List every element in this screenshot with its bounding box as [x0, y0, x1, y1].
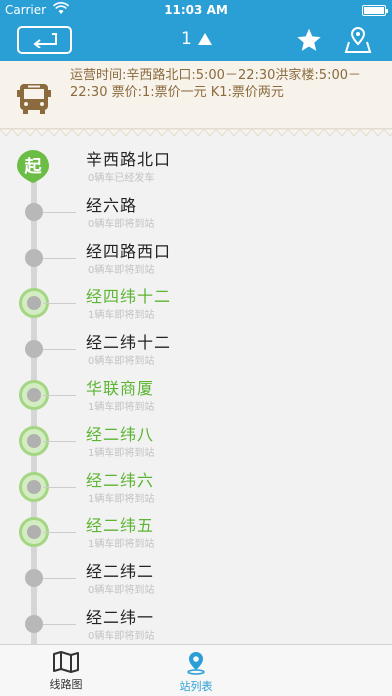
star-icon[interactable] [296, 27, 322, 53]
stop-connector [43, 303, 76, 305]
tab-stop-list-label: 站列表 [179, 680, 213, 693]
stop-name: 辛西路北口 [86, 150, 172, 169]
stop-bus-status: 1辆车即将到站 [88, 447, 155, 459]
stop-name: 经二纬六 [86, 470, 155, 490]
stop-name: 华联商厦 [86, 379, 155, 398]
stop-connector [43, 440, 76, 442]
stop-connector [43, 211, 76, 213]
stop-bus-status: 1辆车即将到站 [88, 402, 155, 413]
route-selector[interactable]: 1 [181, 29, 212, 49]
stop-connector [43, 486, 76, 488]
stop-bus-status: 0辆车即将到站 [88, 631, 155, 642]
bus-icon [17, 84, 51, 114]
stop-bus-status: 0辆车即将到站 [88, 356, 155, 368]
map-pin-icon[interactable] [344, 26, 372, 54]
stop-row[interactable]: 经二纬一 0辆车即将到站 [0, 601, 392, 644]
stop-marker [25, 615, 43, 633]
stop-name: 经二纬二 [86, 562, 155, 582]
stop-name: 经二纬一 [86, 608, 155, 627]
stop-bus-status: 1辆车即将到站 [88, 493, 155, 505]
stop-bus-status: 1辆车即将到站 [88, 310, 155, 322]
battery-icon [362, 5, 388, 16]
route-info-panel: 运营时间:辛西路北口:5:00－22:30洪家楼:5:00－22:30 票价:1… [0, 61, 392, 129]
stop-row[interactable]: 经二纬五 1辆车即将到站 [0, 509, 392, 554]
stop-marker [25, 248, 43, 267]
stop-marker [25, 569, 43, 588]
stop-row[interactable]: 经二纬八 1辆车即将到站 [0, 418, 392, 463]
stop-name: 经二纬十二 [86, 333, 172, 353]
zigzag-divider [0, 129, 392, 137]
stop-row[interactable]: 经六路 0辆车即将到站 [0, 189, 392, 234]
tab-route-map[interactable]: 线路图 [26, 651, 106, 692]
back-arrow-icon [32, 33, 57, 48]
stop-bus-status: 0辆车即将到站 [88, 585, 155, 597]
stop-bus-status: 0辆车即将到站 [88, 218, 155, 230]
tab-route-map-label: 线路图 [49, 678, 83, 691]
operating-info-text: 运营时间:辛西路北口:5:00－22:30洪家楼:5:00－22:30 票价:1… [70, 68, 361, 100]
status-time: 11:03 AM [164, 3, 228, 17]
nav-bar: 1 [0, 20, 392, 61]
stop-name: 经六路 [86, 195, 138, 215]
back-button[interactable] [17, 26, 72, 54]
stop-row[interactable]: 华联商厦 1辆车即将到站 [0, 372, 392, 417]
tab-bar: 线路图 站列表 [0, 644, 392, 696]
status-bar: Carrier 11:03 AM [0, 0, 392, 20]
stop-connector [43, 395, 76, 396]
stop-name: 经二纬五 [86, 516, 155, 536]
stop-bus-status: 0辆车已经发车 [88, 173, 155, 184]
location-pin-icon [187, 652, 205, 675]
stop-marker [25, 340, 43, 359]
stop-name: 经四纬十二 [86, 287, 172, 307]
stop-marker [25, 202, 43, 221]
stop-row[interactable]: 起 辛西路北口 0辆车已经发车 [0, 143, 392, 188]
stop-row[interactable]: 经二纬六 1辆车即将到站 [0, 464, 392, 509]
stop-list: 起辛西路北口 0辆车已经发车 经六路 0辆车即将到站 经四路西口 0辆车即将到站 经四纬十二… [0, 139, 392, 644]
stop-name: 经四路西口 [86, 241, 172, 261]
stop-name: 经二纬八 [86, 424, 155, 444]
svg-text:起: 起 [24, 156, 43, 177]
stop-connector [43, 624, 76, 625]
stop-bus-status: 0辆车即将到站 [88, 264, 155, 276]
map-icon [53, 651, 79, 673]
stop-row[interactable]: 经四纬十二 1辆车即将到站 [0, 280, 392, 325]
stop-bus-status: 1辆车即将到站 [88, 539, 155, 551]
tab-stop-list[interactable]: 站列表 [156, 651, 236, 694]
stop-connector [43, 257, 76, 259]
stop-row[interactable]: 经四路西口 0辆车即将到站 [0, 235, 392, 280]
start-marker-icon: 起 [17, 150, 49, 183]
stop-connector [43, 532, 76, 534]
stop-row[interactable]: 经二纬二 0辆车即将到站 [0, 555, 392, 600]
route-number: 1 [181, 29, 192, 49]
stop-row[interactable]: 经二纬十二 0辆车即将到站 [0, 326, 392, 371]
stop-connector [43, 349, 76, 351]
stop-connector [43, 578, 76, 580]
triangle-up-icon [197, 32, 212, 45]
